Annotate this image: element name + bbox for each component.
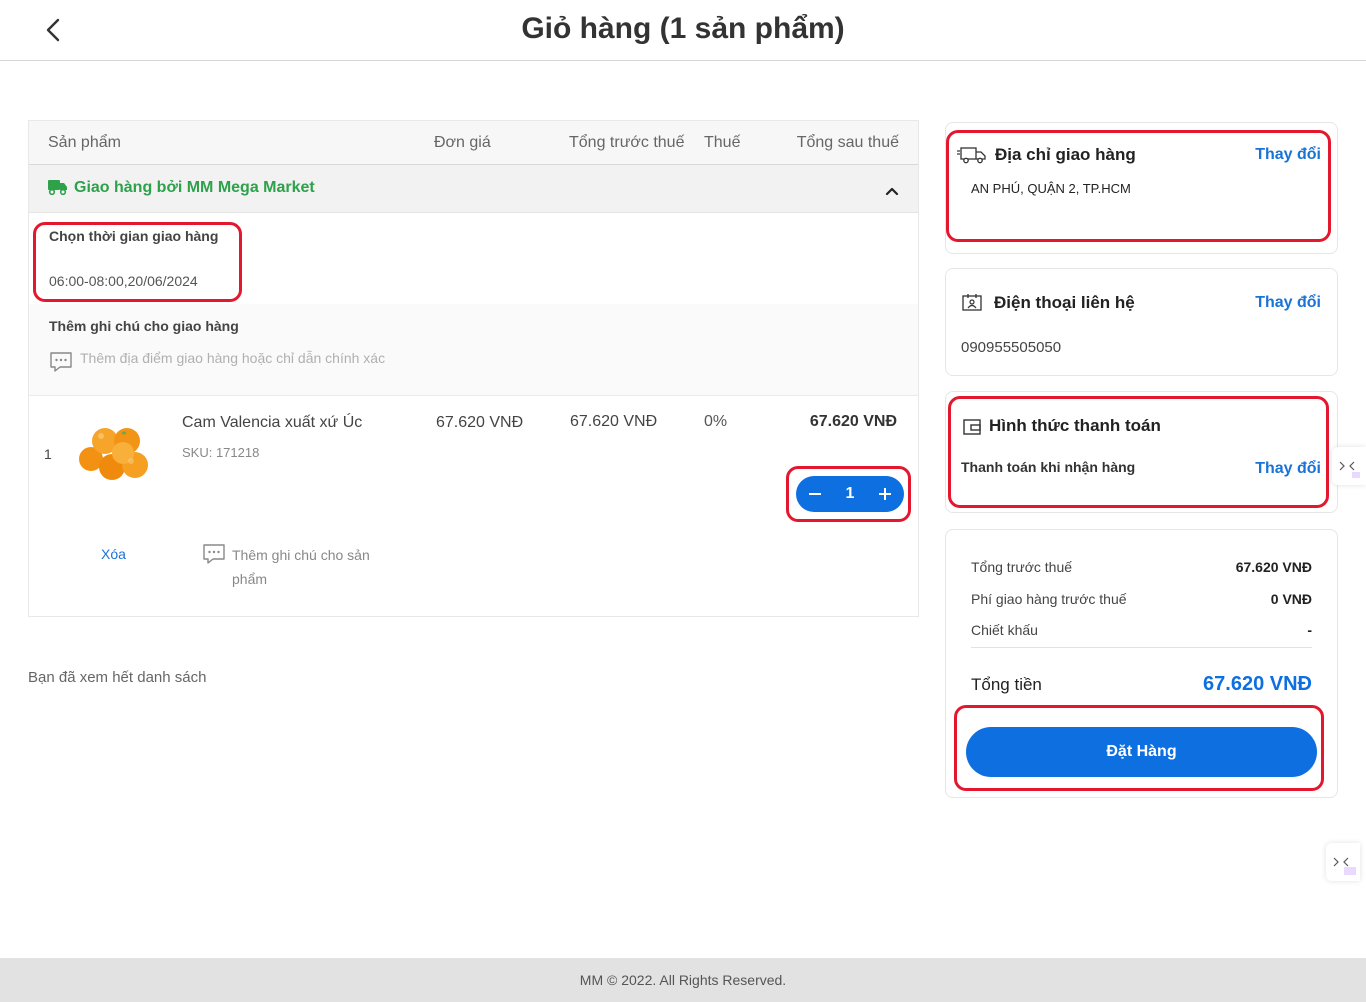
truck-icon <box>957 147 986 164</box>
decrease-button[interactable] <box>799 476 831 512</box>
payment-method: Thanh toán khi nhận hàng <box>961 459 1136 475</box>
address-value: AN PHÚ, QUẬN 2, TP.HCM <box>971 181 1131 196</box>
phone-book-icon <box>962 294 982 311</box>
collapse-arrows-icon <box>1333 857 1356 875</box>
header: Giỏ hàng (1 sản phẩm) <box>0 0 1366 61</box>
delivery-group-label: Giao hàng bởi MM Mega Market <box>74 179 315 196</box>
product-sku: SKU: 171218 <box>182 445 260 460</box>
comment-icon <box>50 352 72 372</box>
comment-icon <box>203 544 225 564</box>
plus-icon <box>879 488 891 500</box>
address-card: Địa chỉ giao hàng Thay đổi AN PHÚ, QUẬN … <box>945 122 1338 254</box>
side-widget-button-2[interactable] <box>1326 843 1360 881</box>
delivery-note-title: Thêm ghi chú cho giao hàng <box>49 318 239 334</box>
summary-divider <box>971 647 1312 648</box>
collapse-arrows-icon <box>1339 461 1360 478</box>
place-order-button[interactable]: Đặt Hàng <box>966 727 1317 777</box>
summary-discount-row: Chiết khấu - <box>971 622 1312 638</box>
summary-pre-tax-label: Tổng trước thuế <box>971 559 1073 575</box>
phone-value: 090955505050 <box>961 339 1062 356</box>
payment-card: Hình thức thanh toán Thanh toán khi nhận… <box>945 391 1338 513</box>
column-product: Sản phẩm <box>48 134 121 151</box>
summary-total-value: 67.620 VNĐ <box>1203 673 1312 695</box>
delete-item-link[interactable]: Xóa <box>101 546 126 562</box>
side-widget-button[interactable] <box>1332 447 1366 485</box>
summary-shipping-value: 0 VNĐ <box>1270 591 1312 607</box>
summary-discount-label: Chiết khấu <box>971 622 1038 638</box>
column-unit-price: Đơn giá <box>434 134 491 151</box>
change-phone-link[interactable]: Thay đổi <box>1255 294 1321 312</box>
summary-total-label: Tổng tiền <box>971 675 1042 694</box>
list-end-text: Bạn đã xem hết danh sách <box>28 669 207 686</box>
column-pre-tax: Tổng trước thuế <box>569 134 685 151</box>
wallet-icon <box>963 419 981 435</box>
increase-button[interactable] <box>869 476 901 512</box>
collapse-button[interactable] <box>885 183 899 201</box>
change-payment-link[interactable]: Thay đổi <box>1255 460 1321 478</box>
phone-title: Điện thoại liên hệ <box>994 293 1135 312</box>
truck-icon <box>48 180 67 195</box>
column-tax: Thuế <box>704 134 741 151</box>
change-address-link[interactable]: Thay đổi <box>1255 146 1321 164</box>
quantity-stepper: 1 <box>796 476 904 512</box>
delivery-group-header: Giao hàng bởi MM Mega Market <box>29 165 918 213</box>
product-name[interactable]: Cam Valencia xuất xứ Úc <box>182 414 362 432</box>
summary-shipping-label: Phí giao hàng trước thuế <box>971 591 1127 607</box>
payment-title: Hình thức thanh toán <box>989 416 1161 435</box>
summary-shipping-row: Phí giao hàng trước thuế 0 VNĐ <box>971 591 1312 607</box>
summary-pre-tax-row: Tổng trước thuế 67.620 VNĐ <box>971 559 1312 575</box>
page-title: Giỏ hàng (1 sản phẩm) <box>521 12 845 45</box>
phone-card: Điện thoại liên hệ Thay đổi 090955505050 <box>945 268 1338 376</box>
cart-table: Sản phẩm Đơn giá Tổng trước thuế Thuế Tổ… <box>28 120 919 617</box>
column-after-tax: Tổng sau thuế <box>796 134 899 151</box>
quantity-value[interactable]: 1 <box>832 476 868 512</box>
minus-icon <box>809 493 821 495</box>
chevron-up-icon <box>885 187 899 196</box>
tax-rate: 0% <box>704 413 728 430</box>
footer: MM © 2022. All Rights Reserved. <box>0 958 1366 1002</box>
item-note-link[interactable]: Thêm ghi chú cho sản phẩm <box>232 543 392 591</box>
address-title: Địa chỉ giao hàng <box>995 145 1136 164</box>
item-index: 1 <box>44 446 52 462</box>
delivery-note-input[interactable] <box>80 350 440 366</box>
delivery-slot-value[interactable]: 06:00-08:00,20/06/2024 <box>49 273 198 289</box>
summary-pre-tax-value: 67.620 VNĐ <box>1235 559 1312 575</box>
delivery-note-section: Thêm ghi chú cho giao hàng <box>29 304 918 396</box>
delivery-slot-title[interactable]: Chọn thời gian giao hàng <box>49 228 218 244</box>
unit-price: 67.620 VNĐ <box>436 414 524 431</box>
pre-tax-total: 67.620 VNĐ <box>570 413 658 430</box>
table-header: Sản phẩm Đơn giá Tổng trước thuế Thuế Tổ… <box>29 121 918 165</box>
after-tax-total: 67.620 VNĐ <box>809 413 897 430</box>
product-image <box>79 428 148 480</box>
summary-discount-value: - <box>1307 622 1312 638</box>
